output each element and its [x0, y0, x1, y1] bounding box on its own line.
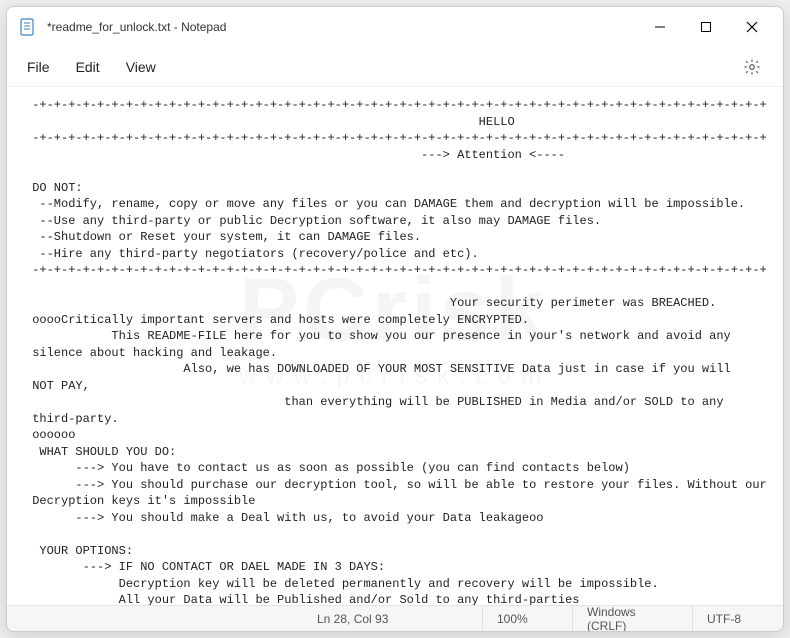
notepad-app-icon — [19, 18, 37, 36]
status-encoding: UTF-8 — [693, 606, 783, 631]
status-line-ending: Windows (CRLF) — [573, 606, 693, 631]
minimize-button[interactable] — [637, 11, 683, 43]
document-text[interactable]: -+-+-+-+-+-+-+-+-+-+-+-+-+-+-+-+-+-+-+-+… — [7, 87, 783, 605]
maximize-button[interactable] — [683, 11, 729, 43]
titlebar: *readme_for_unlock.txt - Notepad — [7, 7, 783, 47]
status-cursor-position: Ln 28, Col 93 — [303, 606, 483, 631]
editor-area: PCrisk www.pcrisk.com -+-+-+-+-+-+-+-+-+… — [7, 87, 783, 605]
status-zoom[interactable]: 100% — [483, 606, 573, 631]
window-title: *readme_for_unlock.txt - Notepad — [47, 20, 226, 34]
statusbar: Ln 28, Col 93 100% Windows (CRLF) UTF-8 — [7, 605, 783, 631]
menu-file[interactable]: File — [27, 59, 50, 75]
settings-button[interactable] — [741, 56, 763, 78]
close-button[interactable] — [729, 11, 775, 43]
menu-edit[interactable]: Edit — [76, 59, 100, 75]
notepad-window: *readme_for_unlock.txt - Notepad File Ed… — [6, 6, 784, 632]
menubar: File Edit View — [7, 47, 783, 87]
menu-view[interactable]: View — [126, 59, 156, 75]
